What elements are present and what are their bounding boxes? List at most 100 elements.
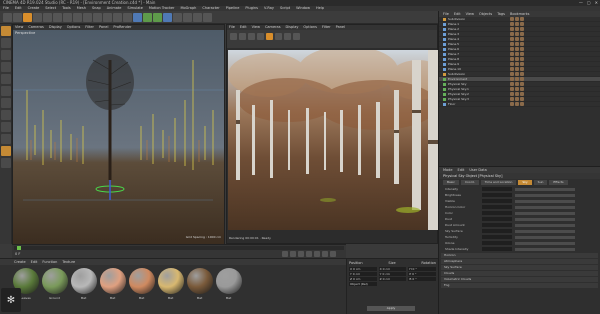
attribute-field[interactable] <box>482 187 512 191</box>
coord-field[interactable]: Z 0 cm <box>349 277 377 281</box>
model-mode-icon[interactable] <box>1 38 11 48</box>
texture-tag-icon[interactable] <box>510 37 514 41</box>
coord-mode-dropdown[interactable]: Object (Rel) <box>349 282 377 286</box>
texture-tag-icon[interactable] <box>510 42 514 46</box>
om-menu-tags[interactable]: Tags <box>497 11 505 17</box>
go-to-start-icon[interactable] <box>282 251 288 257</box>
timeline[interactable]: 0 F <box>12 244 346 258</box>
material-swatch[interactable]: Mat <box>70 268 97 306</box>
texture-tag-icon[interactable] <box>520 32 524 36</box>
texture-tag-icon[interactable] <box>510 57 514 61</box>
tweak-mode-icon[interactable] <box>1 122 11 132</box>
attribute-section[interactable]: Fog <box>441 283 598 288</box>
texture-tag-icon[interactable] <box>515 77 519 81</box>
texture-tag-icon[interactable] <box>520 67 524 71</box>
texture-tag-icon[interactable] <box>515 52 519 56</box>
render-picture-viewer-icon[interactable] <box>113 13 122 22</box>
texture-tag-icon[interactable] <box>515 87 519 91</box>
viewport-scene[interactable] <box>13 30 224 244</box>
edges-mode-icon[interactable] <box>1 86 11 96</box>
channel-icon[interactable] <box>284 33 291 40</box>
perspective-viewport[interactable]: View Cameras Display Options Filter Pane… <box>12 24 225 244</box>
material-swatch[interactable]: Mat <box>99 268 126 306</box>
texture-tag-icon[interactable] <box>510 67 514 71</box>
attribute-field[interactable] <box>482 199 512 203</box>
om-menu-objects[interactable]: Objects <box>479 11 492 17</box>
sculpt-icon[interactable] <box>1 146 11 156</box>
attribute-field[interactable] <box>482 205 512 209</box>
texture-tag-icon[interactable] <box>520 72 524 76</box>
texture-tag-icon[interactable] <box>520 22 524 26</box>
playhead[interactable] <box>17 246 21 250</box>
attribute-field[interactable] <box>482 241 512 245</box>
attribute-section[interactable]: Volumetric Clouds <box>441 277 598 282</box>
coord-field[interactable]: Y 0 cm <box>349 272 377 276</box>
attribute-field[interactable] <box>482 247 512 251</box>
live-selection-icon[interactable] <box>23 13 32 22</box>
texture-tag-icon[interactable] <box>510 27 514 31</box>
render-start-icon[interactable] <box>230 33 237 40</box>
render-active-icon[interactable] <box>266 33 273 40</box>
make-editable-icon[interactable] <box>1 26 11 36</box>
material-swatch[interactable]: Mat <box>157 268 184 306</box>
play-icon[interactable] <box>298 251 304 257</box>
polygons-mode-icon[interactable] <box>1 98 11 108</box>
coord-field[interactable]: B 0 ° <box>408 277 437 281</box>
attribute-slider[interactable] <box>515 247 575 251</box>
record-icon[interactable] <box>322 251 328 257</box>
texture-tag-icon[interactable] <box>520 27 524 31</box>
material-swatch[interactable]: Mat <box>215 268 242 306</box>
texture-tag-icon[interactable] <box>515 47 519 51</box>
attribute-slider[interactable] <box>515 205 575 209</box>
array-icon[interactable] <box>163 13 172 22</box>
texture-tag-icon[interactable] <box>510 47 514 51</box>
attribute-tab[interactable]: Sky <box>518 180 532 185</box>
points-mode-icon[interactable] <box>1 74 11 84</box>
object-row[interactable]: Floor <box>439 102 600 107</box>
texture-tag-icon[interactable] <box>510 62 514 66</box>
texture-tag-icon[interactable] <box>510 92 514 96</box>
previous-frame-icon[interactable] <box>290 251 296 257</box>
light-icon[interactable] <box>203 13 212 22</box>
texture-tag-icon[interactable] <box>515 102 519 106</box>
attribute-slider[interactable] <box>515 211 575 215</box>
texture-tag-icon[interactable] <box>510 97 514 101</box>
texture-tag-icon[interactable] <box>515 17 519 21</box>
texture-tag-icon[interactable] <box>520 42 524 46</box>
attribute-field[interactable] <box>482 235 512 239</box>
texture-tag-icon[interactable] <box>515 57 519 61</box>
texture-tag-icon[interactable] <box>515 97 519 101</box>
attribute-field[interactable] <box>482 193 512 197</box>
texture-tag-icon[interactable] <box>510 22 514 26</box>
texture-tag-icon[interactable] <box>515 42 519 46</box>
texture-tag-icon[interactable] <box>520 52 524 56</box>
texture-tag-icon[interactable] <box>510 17 514 21</box>
render-stop-icon[interactable] <box>239 33 246 40</box>
texture-tag-icon[interactable] <box>515 82 519 86</box>
attribute-tab[interactable]: Coord. <box>460 180 479 185</box>
attribute-field[interactable] <box>482 217 512 221</box>
texture-tag-icon[interactable] <box>515 37 519 41</box>
histogram-icon[interactable] <box>293 33 300 40</box>
texture-tag-icon[interactable] <box>515 32 519 36</box>
texture-tag-icon[interactable] <box>520 47 524 51</box>
texture-tag-icon[interactable] <box>515 92 519 96</box>
texture-tag-icon[interactable] <box>510 32 514 36</box>
coord-field[interactable]: X 0 cm <box>349 267 377 271</box>
texture-tag-icon[interactable] <box>520 82 524 86</box>
texture-tag-icon[interactable] <box>515 22 519 26</box>
texture-tag-icon[interactable] <box>520 97 524 101</box>
texture-tag-icon[interactable] <box>510 72 514 76</box>
texture-tag-icon[interactable] <box>520 87 524 91</box>
move-icon[interactable] <box>33 13 42 22</box>
material-swatch[interactable]: Mat <box>128 268 155 306</box>
rotate-icon[interactable] <box>53 13 62 22</box>
subdivision-icon[interactable] <box>153 13 162 22</box>
attribute-tab[interactable]: Time and Location <box>480 180 517 185</box>
mat-menu-function[interactable]: Function <box>42 259 57 265</box>
x-axis-icon[interactable] <box>63 13 72 22</box>
next-frame-icon[interactable] <box>306 251 312 257</box>
attribute-slider[interactable] <box>515 235 575 239</box>
attribute-slider[interactable] <box>515 193 575 197</box>
mat-menu-edit[interactable]: Edit <box>31 259 38 265</box>
